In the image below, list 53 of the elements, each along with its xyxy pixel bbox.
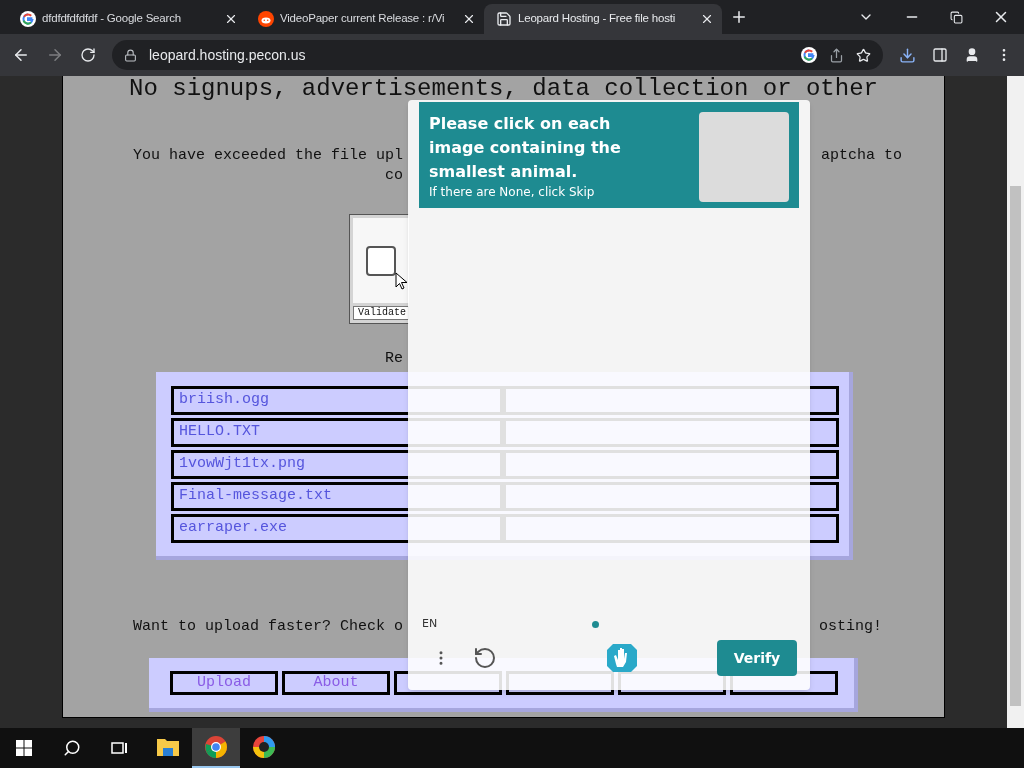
close-icon[interactable]	[700, 12, 714, 26]
section-heading: Re	[384, 350, 404, 368]
profile-icon[interactable]	[964, 47, 980, 63]
scrollbar[interactable]	[1007, 76, 1024, 728]
language-label[interactable]: EN	[422, 615, 592, 633]
browser-tab[interactable]: Leopard Hosting - Free file hosti	[484, 4, 722, 34]
notice-text: co	[384, 166, 404, 186]
forward-icon[interactable]	[46, 46, 64, 64]
close-icon[interactable]	[462, 12, 476, 26]
browser-tab[interactable]: dfdfdfdfdfdf - Google Search	[8, 4, 246, 34]
refresh-icon[interactable]	[473, 646, 497, 670]
notice-text: You have exceeded the file upl	[131, 146, 404, 166]
chrome-icon	[204, 735, 228, 759]
download-icon[interactable]	[899, 46, 916, 64]
browser-icon	[252, 735, 276, 759]
google-icon	[801, 47, 817, 63]
restore-icon[interactable]	[950, 10, 963, 24]
reload-icon[interactable]	[80, 47, 96, 63]
back-icon[interactable]	[12, 46, 30, 64]
google-icon	[20, 11, 36, 27]
windows-icon[interactable]	[16, 740, 32, 756]
folder-icon	[156, 736, 180, 758]
notice-text: aptcha to	[820, 146, 903, 166]
scrollbar-thumb[interactable]	[1010, 186, 1021, 706]
captcha-prompt: Please click on each image containing the smallest animal.	[429, 113, 622, 183]
new-tab-icon[interactable]	[730, 8, 748, 26]
reddit-icon	[258, 11, 274, 27]
verify-button[interactable]: Verify	[717, 640, 797, 676]
page-dot-icon	[592, 620, 599, 628]
close-icon[interactable]	[224, 12, 238, 26]
share-icon[interactable]	[829, 47, 844, 63]
tab-title: dfdfdfdfdfdf - Google Search	[42, 11, 182, 27]
taskbar-app[interactable]	[192, 728, 240, 768]
nav-button[interactable]: About	[282, 671, 390, 695]
tab-title: Leopard Hosting - Free file hosti	[518, 11, 677, 27]
captcha-checkbox[interactable]	[366, 245, 396, 276]
hand-logo-icon	[605, 642, 639, 674]
side-panel-icon[interactable]	[932, 47, 948, 63]
search-icon[interactable]	[63, 739, 81, 757]
floppy-icon	[496, 11, 512, 27]
lock-icon	[124, 48, 137, 62]
captcha-hint: If there are None, click Skip	[429, 184, 596, 200]
promo-text: osting!	[818, 617, 883, 637]
address-bar[interactable]: leopard.hosting.pecon.us	[112, 40, 883, 70]
page-heading: No signups, advertisements, data collection or other	[128, 76, 879, 102]
browser-tab[interactable]: VideoPaper current Release : r/Vi	[246, 4, 484, 34]
validate-button[interactable]: Validate	[353, 306, 409, 320]
nav-button[interactable]: Upload	[170, 671, 278, 695]
promo-text: Want to upload faster? Check o	[131, 617, 404, 637]
url-text: leopard.hosting.pecon.us	[149, 45, 307, 65]
task-view-icon[interactable]	[111, 740, 129, 756]
star-icon[interactable]	[856, 47, 871, 63]
tab-title: VideoPaper current Release : r/Vi	[280, 11, 446, 27]
